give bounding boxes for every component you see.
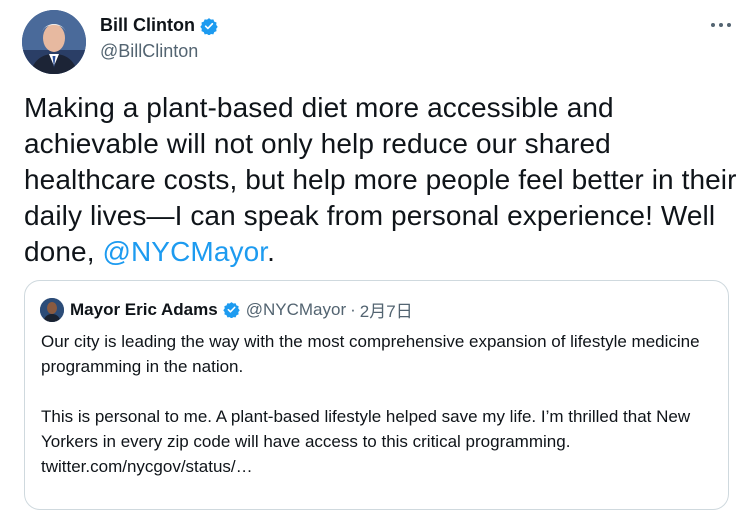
- tweet-text-end: .: [267, 236, 276, 267]
- quoted-tweet-header: Mayor Eric Adams @NYCMayor · 2月7日: [40, 297, 413, 322]
- more-options-icon[interactable]: [707, 14, 735, 36]
- quoted-paragraph-1: Our city is leading the way with the mos…: [41, 332, 700, 376]
- tweet-text: Making a plant-based diet more accessibl…: [24, 90, 739, 270]
- author-name-row: Bill Clinton: [100, 15, 218, 36]
- quoted-tweet-date[interactable]: 2月7日: [360, 297, 413, 322]
- quoted-tweet-text: Our city is leading the way with the mos…: [41, 329, 713, 479]
- quoted-author-name[interactable]: Mayor Eric Adams: [70, 300, 218, 320]
- quoted-author-handle[interactable]: @NYCMayor: [246, 300, 346, 320]
- quoted-paragraph-2-text: This is personal to me. A plant-based li…: [41, 407, 691, 451]
- mention-link[interactable]: @NYCMayor: [102, 236, 267, 267]
- verified-badge-icon: [200, 17, 218, 36]
- quoted-tweet[interactable]: Mayor Eric Adams @NYCMayor · 2月7日 Our ci…: [24, 280, 729, 510]
- quoted-author-avatar[interactable]: [40, 297, 64, 322]
- quoted-paragraph-2: This is personal to me. A plant-based li…: [41, 404, 713, 479]
- author-handle[interactable]: @BillClinton: [100, 41, 198, 62]
- quoted-verified-badge-icon: [223, 301, 240, 319]
- author-avatar[interactable]: [22, 10, 86, 74]
- quoted-link[interactable]: twitter.com/nycgov/status/…: [41, 457, 253, 476]
- separator-dot: ·: [350, 299, 356, 319]
- author-display-name[interactable]: Bill Clinton: [100, 15, 195, 36]
